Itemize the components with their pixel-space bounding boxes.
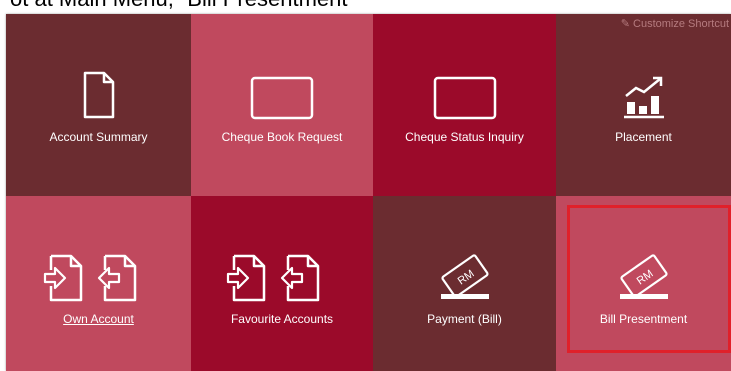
tile-label: Account Summary [49,130,148,144]
cheque-book-icon [250,64,314,120]
customize-shortcut-button[interactable]: ✎ Customize Shortcut [621,17,729,30]
tile-label: Bill Presentment [599,312,688,326]
tile-bill-presentment[interactable]: RM Bill Presentment [556,196,731,371]
bill-ticket-icon: RM [435,246,495,302]
tile-label: Cheque Status Inquiry [405,130,524,144]
document-icon [82,64,116,120]
main-menu-grid: Account Summary Cheque Book Request Cheq… [6,14,731,371]
tile-placement[interactable]: Placement [556,14,731,196]
tile-label: Placement [615,130,672,144]
tile-label: Own Account [63,312,134,326]
transfer-documents-icon [226,246,338,302]
cheque-icon [433,64,497,120]
tile-label: Favourite Accounts [230,312,334,326]
growth-chart-icon [622,64,666,120]
tile-own-account[interactable]: Own Account [6,196,191,371]
tile-account-summary[interactable]: Account Summary [6,14,191,196]
tile-label: Payment (Bill) [427,312,502,326]
bill-ticket-icon: RM [614,246,674,302]
tile-label: Cheque Book Request [221,130,343,144]
pencil-icon: ✎ [620,18,634,30]
customize-shortcut-label: Customize Shortcut [633,18,729,30]
tile-payment-bill[interactable]: RM Payment (Bill) [373,196,556,371]
caption-text: ot at Main Menu, “Bill Presentment” [10,0,355,12]
tile-favourite-accounts[interactable]: Favourite Accounts [191,196,373,371]
tile-cheque-status-inquiry[interactable]: Cheque Status Inquiry [373,14,556,196]
transfer-documents-icon [43,246,155,302]
tile-cheque-book-request[interactable]: Cheque Book Request [191,14,373,196]
